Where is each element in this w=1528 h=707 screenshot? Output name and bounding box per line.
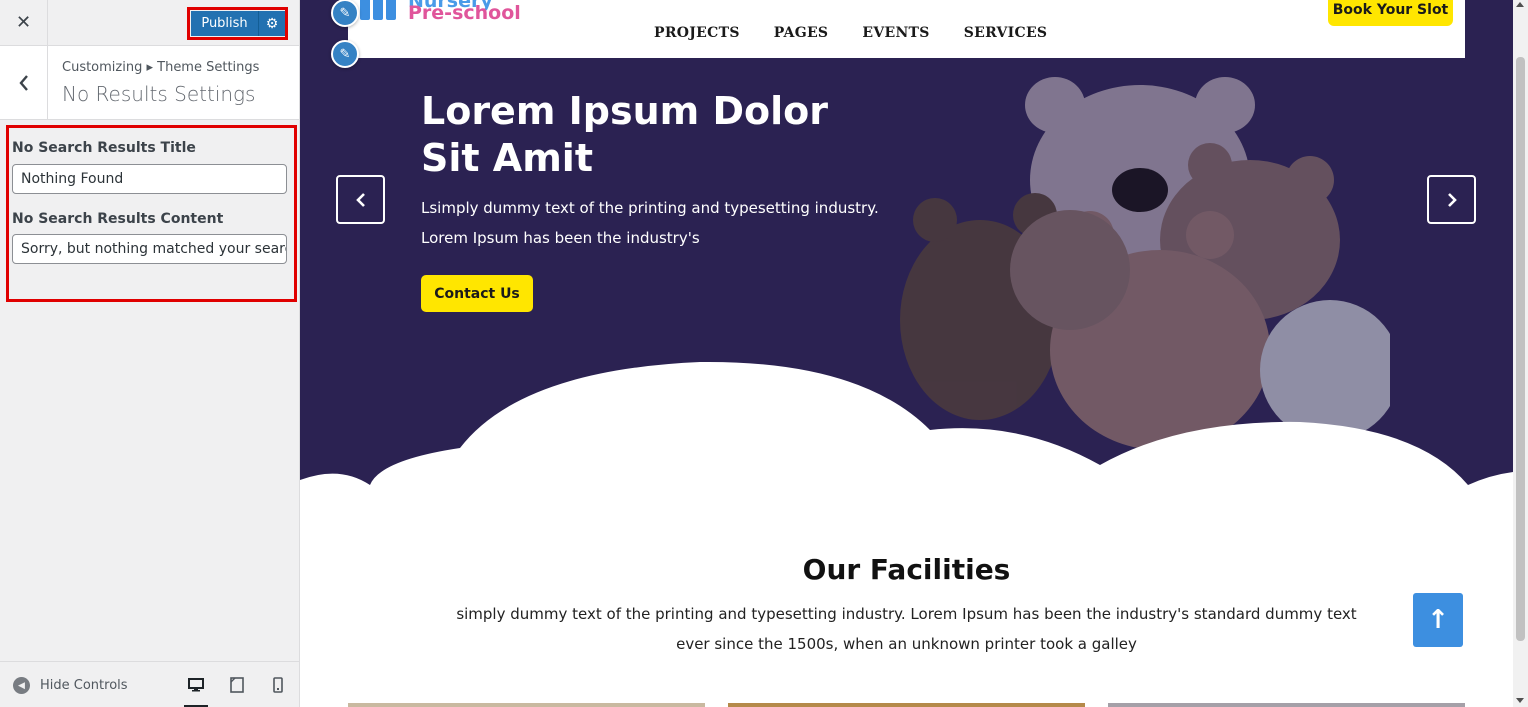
collapse-icon: ◀ bbox=[13, 677, 30, 694]
publish-button[interactable]: Publish bbox=[191, 11, 259, 36]
tablet-preview-icon[interactable] bbox=[225, 674, 249, 696]
section-title: No Results Settings bbox=[62, 82, 256, 106]
customizer-sidebar: ✕ Publish ⚙ Customizing ▸ Theme Settings… bbox=[0, 0, 300, 707]
mobile-preview-icon[interactable] bbox=[266, 674, 290, 696]
hide-controls-button[interactable]: ◀ Hide Controls bbox=[13, 677, 128, 694]
menu-item-pages[interactable]: PAGES bbox=[774, 25, 829, 41]
site-header: Nursery Pre-school PROJECTS PAGES EVENTS… bbox=[348, 0, 1465, 58]
facilities-title: Our Facilities bbox=[802, 553, 1011, 586]
main-menu: PROJECTS PAGES EVENTS SERVICES bbox=[654, 25, 1047, 41]
scroll-to-top-button[interactable]: ↑ bbox=[1413, 593, 1463, 647]
scrollbar-thumb[interactable] bbox=[1516, 57, 1525, 641]
menu-item-events[interactable]: EVENTS bbox=[862, 25, 929, 41]
sidebar-footer: ◀ Hide Controls bbox=[0, 661, 299, 707]
no-results-content-input[interactable]: Sorry, but nothing matched your search t bbox=[12, 234, 287, 264]
customizer-screen: ✕ Publish ⚙ Customizing ▸ Theme Settings… bbox=[0, 0, 1528, 707]
hide-controls-label: Hide Controls bbox=[40, 678, 128, 693]
logo-text-line2[interactable]: Pre-school bbox=[408, 2, 521, 24]
site-preview: Nursery Pre-school PROJECTS PAGES EVENTS… bbox=[300, 0, 1513, 707]
menu-item-projects[interactable]: PROJECTS bbox=[654, 25, 740, 41]
back-chevron-icon[interactable] bbox=[0, 46, 48, 119]
scroll-down-arrow-icon[interactable] bbox=[1516, 698, 1524, 703]
desktop-preview-icon[interactable] bbox=[184, 674, 208, 707]
facility-card[interactable] bbox=[1108, 703, 1465, 707]
scroll-up-arrow-icon[interactable] bbox=[1516, 2, 1524, 7]
breadcrumb: Customizing ▸ Theme Settings bbox=[62, 60, 260, 75]
facilities-text: simply dummy text of the printing and ty… bbox=[456, 605, 1357, 653]
book-slot-button[interactable]: Book Your Slot bbox=[1328, 0, 1453, 26]
preview-scrollbar[interactable] bbox=[1513, 0, 1528, 707]
facility-card[interactable] bbox=[728, 703, 1085, 707]
facility-card[interactable] bbox=[348, 703, 705, 707]
edit-pencil-icon[interactable]: ✎ bbox=[331, 0, 359, 27]
arrow-up-icon: ↑ bbox=[1427, 605, 1449, 635]
hero-slider: Nursery Pre-school PROJECTS PAGES EVENTS… bbox=[300, 0, 1513, 500]
hero-text: Lsimply dummy text of the printing and t… bbox=[421, 199, 879, 247]
contact-us-button[interactable]: Contact Us bbox=[421, 275, 533, 312]
logo-icon[interactable] bbox=[360, 0, 402, 24]
cloud-divider bbox=[300, 361, 1513, 500]
gear-icon[interactable]: ⚙ bbox=[259, 11, 285, 36]
menu-item-services[interactable]: SERVICES bbox=[964, 25, 1048, 41]
slider-prev-icon[interactable] bbox=[336, 175, 385, 224]
sidebar-header: ✕ Publish ⚙ bbox=[0, 0, 299, 46]
slider-next-icon[interactable] bbox=[1427, 175, 1476, 224]
close-icon[interactable]: ✕ bbox=[0, 0, 48, 45]
hero-title: Lorem Ipsum Dolor Sit Amit bbox=[421, 89, 829, 180]
edit-pencil-icon[interactable]: ✎ bbox=[331, 40, 359, 68]
publish-highlight: Publish ⚙ bbox=[187, 7, 288, 40]
section-header: Customizing ▸ Theme Settings No Results … bbox=[0, 46, 299, 120]
no-results-title-label: No Search Results Title bbox=[12, 140, 196, 156]
no-results-title-input[interactable]: Nothing Found bbox=[12, 164, 287, 194]
no-results-content-label: No Search Results Content bbox=[12, 211, 224, 227]
settings-fields-highlight: No Search Results Title Nothing Found No… bbox=[6, 125, 297, 302]
facility-cards bbox=[348, 703, 1465, 707]
